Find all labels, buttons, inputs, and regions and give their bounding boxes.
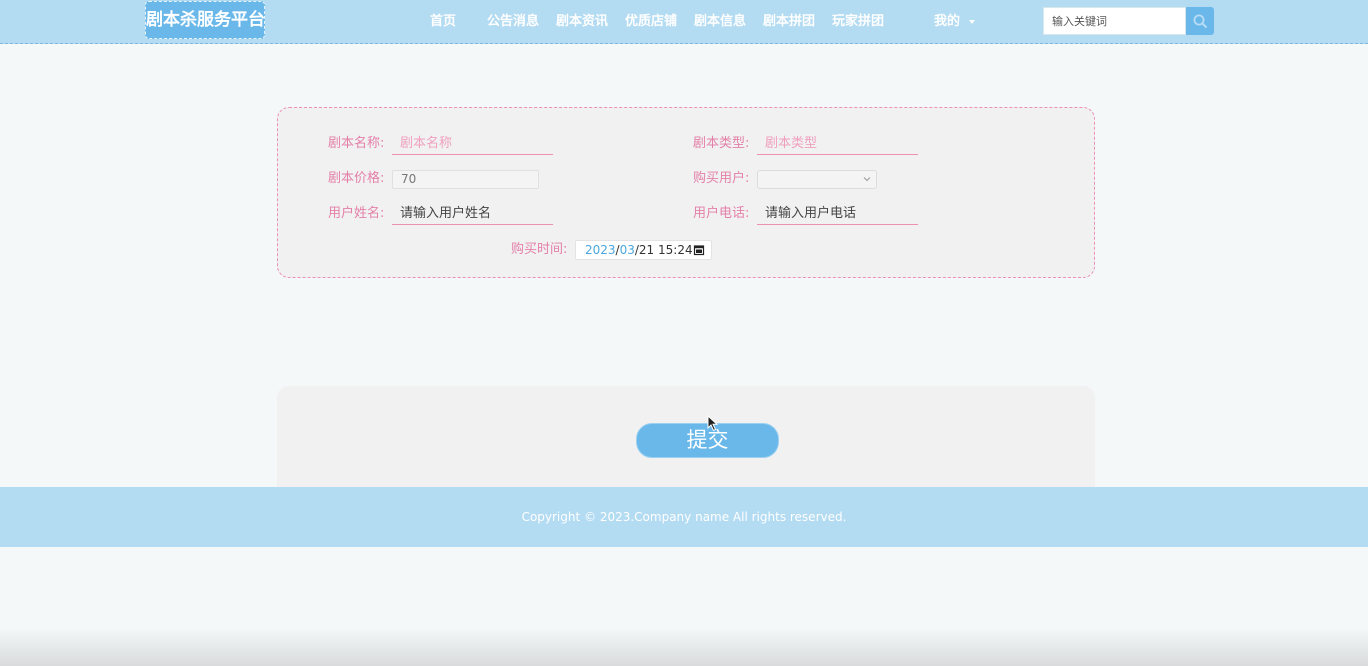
- user-name-input[interactable]: [392, 203, 553, 225]
- top-navbar: 剧本杀服务平台 首页 公告消息 剧本资讯 优质店铺 剧本信息 剧本拼团 玩家拼团…: [0, 0, 1368, 44]
- calendar-icon[interactable]: [693, 244, 705, 256]
- date-month[interactable]: 03: [620, 243, 635, 257]
- mouse-cursor-icon: [707, 415, 719, 432]
- nav-my-account[interactable]: 我的: [934, 12, 960, 32]
- copyright-text: Copyright © 2023.Company name All rights…: [521, 510, 847, 524]
- nav-script-info[interactable]: 剧本信息: [694, 12, 746, 32]
- date-year[interactable]: 2023: [585, 243, 616, 257]
- search-button[interactable]: [1186, 7, 1214, 35]
- buyer-select[interactable]: [757, 170, 877, 189]
- nav-home[interactable]: 首页: [430, 12, 456, 32]
- buyer-label: 购买用户:: [693, 171, 750, 186]
- script-type-input[interactable]: [757, 133, 918, 155]
- bottom-shadow: [0, 628, 1368, 666]
- script-name-label: 剧本名称:: [328, 136, 385, 151]
- dropdown-caret-icon[interactable]: [969, 20, 975, 24]
- user-phone-label: 用户电话:: [693, 206, 750, 221]
- script-type-label: 剧本类型:: [693, 136, 750, 151]
- script-price-label: 剧本价格:: [328, 171, 385, 186]
- site-logo[interactable]: 剧本杀服务平台: [145, 1, 265, 39]
- script-price-field: 70: [392, 170, 539, 189]
- nav-script-group[interactable]: 剧本拼团: [763, 12, 815, 32]
- nav-player-group[interactable]: 玩家拼团: [832, 12, 884, 32]
- chevron-down-icon: [863, 177, 871, 182]
- search-input[interactable]: [1043, 7, 1186, 35]
- date-day-time[interactable]: 21 15:24: [639, 243, 693, 257]
- purchase-time-label: 购买时间:: [511, 242, 568, 257]
- nav-quality-stores[interactable]: 优质店铺: [625, 12, 677, 32]
- nav-script-news[interactable]: 剧本资讯: [556, 12, 608, 32]
- script-name-input[interactable]: [392, 133, 553, 155]
- purchase-time-input[interactable]: 2023/03/21 15:24: [575, 240, 712, 260]
- footer: Copyright © 2023.Company name All rights…: [0, 487, 1368, 547]
- user-phone-input[interactable]: [757, 203, 918, 225]
- search-icon: [1193, 14, 1207, 28]
- nav-announcements[interactable]: 公告消息: [487, 12, 539, 32]
- user-name-label: 用户姓名:: [328, 206, 385, 221]
